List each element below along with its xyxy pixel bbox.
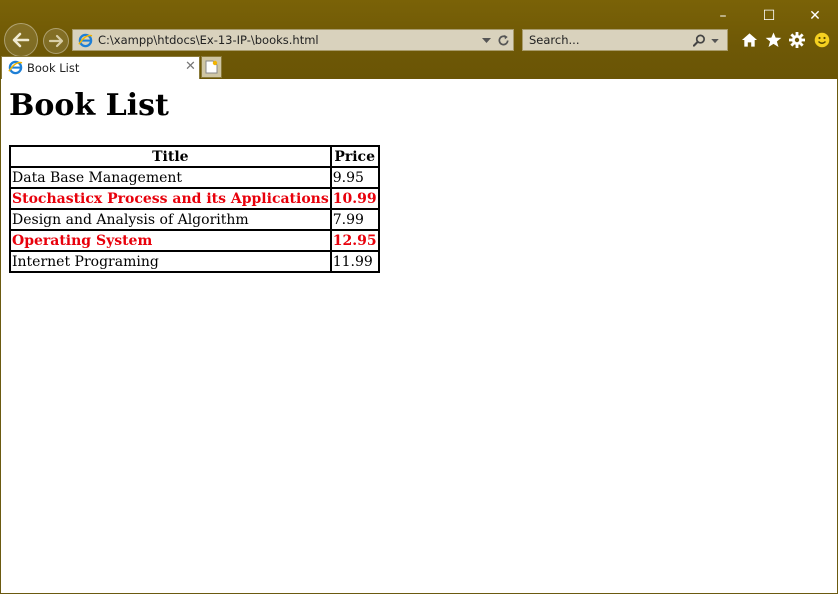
search-box[interactable]: Search...	[522, 29, 728, 51]
ie-logo-icon	[78, 33, 93, 48]
new-tab-icon	[205, 60, 218, 74]
settings-gear-icon	[789, 32, 805, 48]
table-row: Data Base Management 9.95	[10, 167, 379, 188]
back-icon	[12, 32, 30, 48]
column-header-price: Price	[330, 146, 379, 167]
column-header-title: Title	[10, 146, 331, 167]
forward-button[interactable]	[43, 28, 69, 54]
forward-icon	[48, 34, 64, 48]
favorites-button[interactable]	[763, 30, 783, 50]
book-title-cell: Design and Analysis of Algorithm	[10, 209, 331, 230]
smiley-feedback-icon	[814, 32, 830, 48]
new-tab-button[interactable]	[201, 56, 222, 78]
tab-label: Book List	[27, 61, 80, 75]
book-price-cell: 7.99	[330, 209, 379, 230]
address-bar[interactable]: C:\xampp\htdocs\Ex-13-IP-\books.html	[72, 29, 514, 51]
search-input[interactable]: Search...	[529, 33, 579, 47]
settings-button[interactable]	[787, 30, 807, 50]
book-title-cell: Internet Programing	[10, 251, 331, 272]
favorites-star-icon	[765, 32, 781, 48]
book-price-cell: 10.99	[330, 188, 379, 209]
book-price-cell: 9.95	[330, 167, 379, 188]
refresh-icon[interactable]	[497, 34, 510, 47]
page-heading: Book List	[9, 88, 169, 123]
tab-close-icon[interactable]: ✕	[185, 59, 196, 74]
book-title-cell: Stochasticx Process and its Applications	[10, 188, 331, 209]
table-row: Operating System 12.95	[10, 230, 379, 251]
table-header-row: Title Price	[10, 146, 379, 167]
back-button[interactable]	[4, 23, 38, 57]
dropdown-icon[interactable]	[482, 38, 491, 44]
minimize-button[interactable]: –	[709, 5, 737, 27]
book-table: Title Price Data Base Management 9.95 St…	[9, 145, 380, 273]
tab-book-list[interactable]: Book List ✕	[1, 56, 200, 79]
home-button[interactable]	[739, 30, 759, 50]
browser-chrome: – ☐ ✕ C:\xampp\htdocs\Ex-13-IP-\books.ht…	[0, 0, 838, 79]
table-row: Stochasticx Process and its Applications…	[10, 188, 379, 209]
close-button[interactable]: ✕	[801, 5, 829, 27]
book-title-cell: Data Base Management	[10, 167, 331, 188]
table-row: Design and Analysis of Algorithm 7.99	[10, 209, 379, 230]
search-icon[interactable]	[693, 34, 706, 47]
home-icon	[741, 33, 757, 47]
search-dropdown-icon[interactable]	[711, 39, 719, 44]
address-text: C:\xampp\htdocs\Ex-13-IP-\books.html	[98, 33, 319, 47]
book-title-cell: Operating System	[10, 230, 331, 251]
book-price-cell: 12.95	[330, 230, 379, 251]
feedback-button[interactable]	[812, 30, 832, 50]
table-row: Internet Programing 11.99	[10, 251, 379, 272]
tab-ie-logo-icon	[8, 60, 23, 75]
maximize-button[interactable]: ☐	[755, 5, 783, 27]
book-price-cell: 11.99	[330, 251, 379, 272]
